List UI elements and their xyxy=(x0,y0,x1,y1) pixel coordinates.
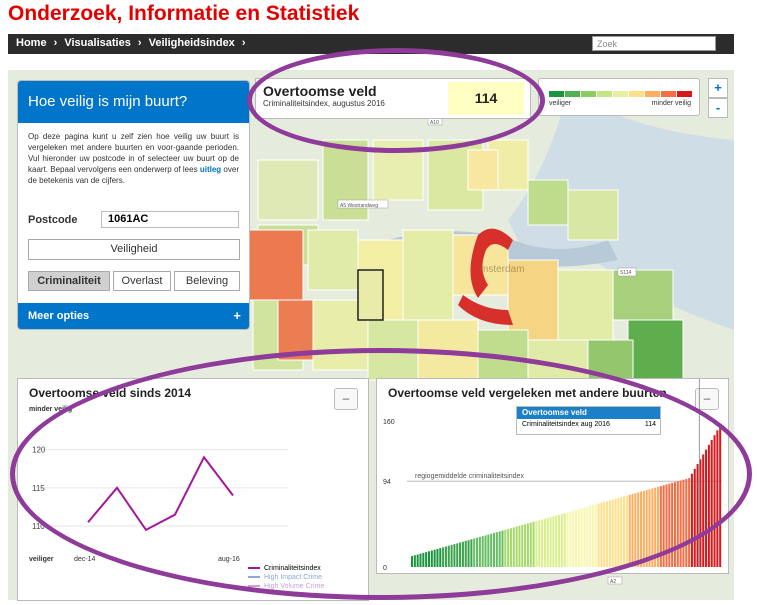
more-options-label: Meer opties xyxy=(28,310,90,322)
breadcrumb-separator: › xyxy=(137,37,142,49)
panel-heading: Hoe veilig is mijn buurt? xyxy=(18,81,249,123)
legend-swatch xyxy=(645,91,660,97)
legend-less-safe-label: minder veilig xyxy=(651,100,691,107)
map-road-label: A5 Westrandweg xyxy=(340,203,378,209)
x-tick-label: dec-14 xyxy=(74,556,96,563)
legend-swatch xyxy=(661,91,676,97)
postcode-label: Postcode xyxy=(28,214,78,226)
breadcrumb: Home › Visualisaties › Veiligheidsindex … xyxy=(16,37,250,49)
map-road-label: A2 xyxy=(610,579,616,585)
search-panel: Hoe veilig is mijn buurt? Op deze pagina… xyxy=(17,80,250,330)
postcode-row: Postcode 1061AC xyxy=(28,211,240,229)
postcode-input[interactable]: 1061AC xyxy=(101,211,239,228)
veiligheid-button[interactable]: Veiligheid xyxy=(28,239,240,260)
annotation-oval xyxy=(10,348,752,600)
legend-swatch xyxy=(549,91,564,97)
search-input[interactable]: Zoek xyxy=(592,36,716,51)
breadcrumb-veiligheidsindex[interactable]: Veiligheidsindex xyxy=(149,37,235,49)
color-legend: veiliger minder veilig xyxy=(538,78,700,116)
annotation-oval xyxy=(247,48,545,153)
zoom-out-button[interactable]: - xyxy=(708,98,728,118)
legend-swatch xyxy=(613,91,628,97)
legend-swatch xyxy=(565,91,580,97)
breadcrumb-separator: › xyxy=(241,37,246,49)
plus-icon: + xyxy=(233,308,241,323)
legend-color-scale xyxy=(549,91,693,97)
breadcrumb-home[interactable]: Home xyxy=(16,37,47,49)
legend-swatch xyxy=(581,91,596,97)
more-options-button[interactable]: Meer opties + xyxy=(18,303,249,329)
legend-swatch xyxy=(677,91,692,97)
tab-overlast[interactable]: Overlast xyxy=(113,271,171,291)
legend-swatch xyxy=(597,91,612,97)
map-city-label: msterdam xyxy=(480,264,524,275)
panel-intro: Op deze pagina kunt u zelf zien hoe veil… xyxy=(18,123,249,186)
map-road-label: S114 xyxy=(620,270,632,276)
legend-swatch xyxy=(629,91,644,97)
breadcrumb-visualisaties[interactable]: Visualisaties xyxy=(64,37,130,49)
zoom-in-button[interactable]: + xyxy=(708,78,728,98)
legend-safer-label: veiliger xyxy=(549,100,572,107)
breadcrumb-separator: › xyxy=(53,37,58,49)
tab-criminaliteit[interactable]: Criminaliteit xyxy=(28,271,110,291)
uitleg-link[interactable]: uitleg xyxy=(200,165,221,174)
tab-beleving[interactable]: Beleving xyxy=(174,271,240,291)
site-title: Onderzoek, Informatie en Statistiek xyxy=(8,2,360,25)
